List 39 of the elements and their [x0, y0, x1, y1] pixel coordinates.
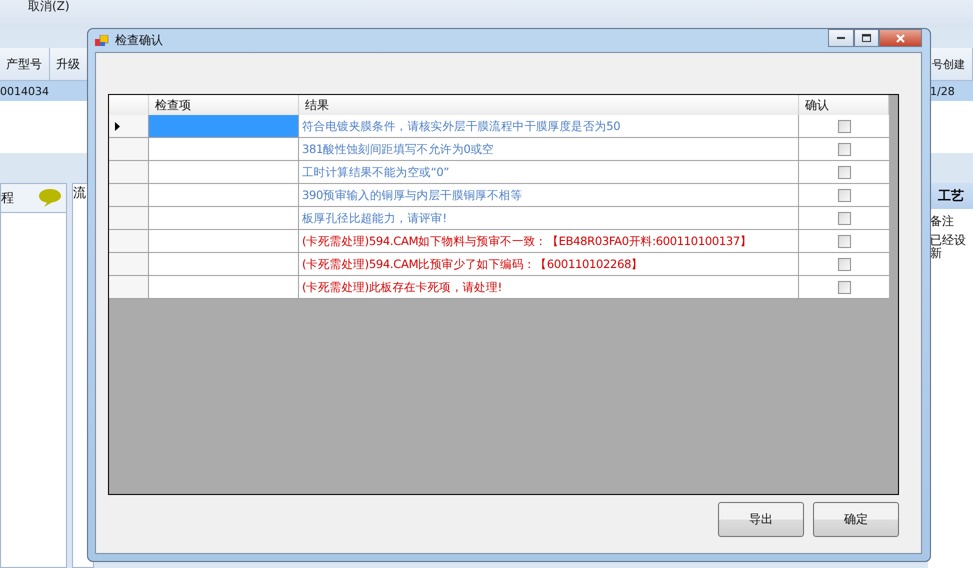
table-cell: (卡死需处理)此板存在卡死项，请处理!: [299, 276, 799, 298]
table-cell: 板厚孔径比超能力，请评审!: [299, 207, 799, 229]
column-header: 备注: [929, 215, 955, 228]
panel-title: 程: [1, 190, 14, 207]
checkbox[interactable]: [838, 120, 850, 132]
checkbox[interactable]: [838, 212, 850, 224]
ok-button[interactable]: 确定: [813, 502, 899, 537]
table-cell: 381酸性蚀刻间距填写不允许为0或空: [299, 138, 799, 160]
maximize-button[interactable]: [854, 29, 879, 47]
close-button[interactable]: [879, 29, 922, 47]
table-cell-text: 已经设: [929, 234, 967, 247]
speech-bubble-icon: [38, 188, 62, 208]
cancel-button[interactable]: 取消(Z): [28, 0, 70, 12]
row-pointer-icon: [115, 122, 120, 130]
table-cell-text: 1/28: [929, 84, 956, 98]
checkbox[interactable]: [838, 258, 850, 270]
checkbox[interactable]: [838, 280, 850, 294]
checkbox[interactable]: [838, 188, 850, 202]
minimize-icon: [837, 36, 845, 40]
table-cell: 符合电镀夹膜条件，请核实外层干膜流程中干膜厚度是否为50: [299, 115, 799, 137]
table-cell: (卡死需处理)594.CAM比预审少了如下编码：【600110102268】: [299, 253, 799, 275]
table-cell-text: 新: [929, 247, 943, 260]
table-cell-text: 0014034: [0, 84, 50, 98]
table-cell: 工时计算结果不能为空或“0”: [299, 161, 799, 183]
export-button[interactable]: 导出: [718, 502, 804, 537]
checkbox[interactable]: [838, 234, 850, 248]
app-icon: [95, 34, 109, 46]
minimize-button[interactable]: [828, 29, 854, 47]
checkbox[interactable]: [838, 142, 850, 156]
table-cell: 390预审输入的铜厚与内层干膜铜厚不相等: [299, 184, 799, 206]
panel-title: 流: [73, 186, 86, 201]
table-cell: (卡死需处理)594.CAM如下物料与预审不一致：【EB48R03FA0开料:600110100137】: [299, 230, 799, 252]
window-title: 检查确认: [115, 32, 163, 49]
checkbox[interactable]: [838, 166, 850, 178]
row-header[interactable]: [109, 115, 149, 137]
close-icon: [896, 34, 905, 42]
maximize-icon: [862, 34, 871, 42]
panel-title: 工艺: [928, 183, 973, 209]
column-header: 产型号: [0, 48, 50, 80]
